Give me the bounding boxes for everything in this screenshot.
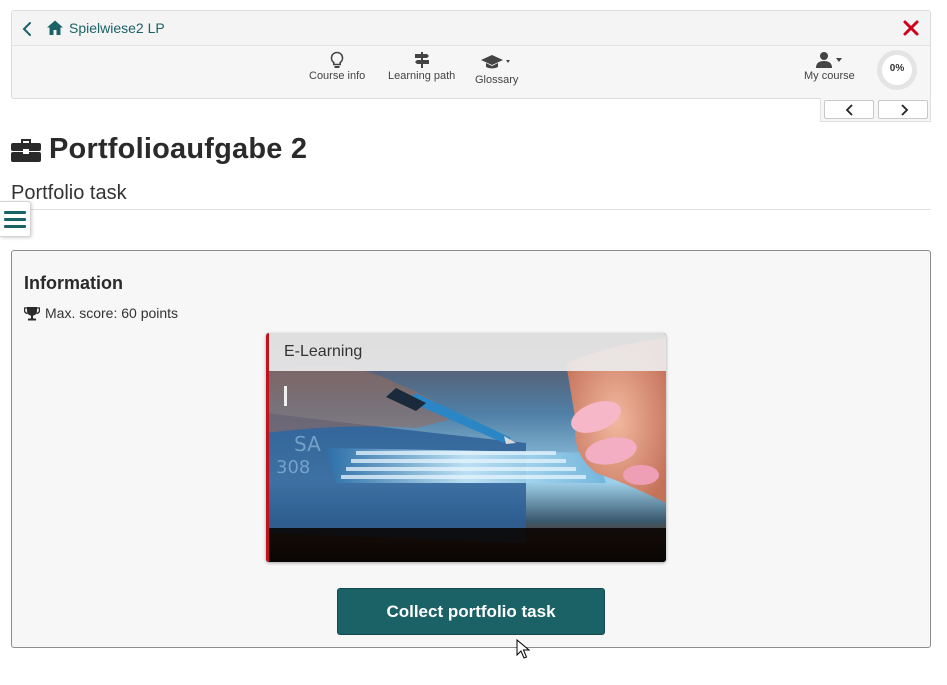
next-node-button[interactable] (878, 100, 928, 119)
briefcase-icon (11, 139, 41, 162)
course-info-button[interactable]: Course info (309, 51, 365, 82)
svg-text:SA: SA (294, 432, 321, 456)
chevron-left-icon (845, 104, 853, 116)
information-panel: Information Max. score: 60 points E-Lear… (11, 250, 931, 648)
user-icon (816, 52, 843, 68)
chevron-right-icon (901, 104, 909, 116)
lightbulb-icon (330, 51, 344, 68)
breadcrumb-course-title[interactable]: Spielwiese2 LP (69, 20, 165, 36)
tile-accent-bar (266, 333, 269, 562)
back-button[interactable] (18, 19, 38, 39)
information-heading: Information (24, 273, 123, 293)
glossary-button[interactable]: Glossary (475, 51, 518, 86)
tile-label: E-Learning (266, 333, 666, 371)
course-info-label: Course info (309, 70, 366, 82)
course-toolbar: Spielwiese2 LP Course info Learning path… (11, 10, 931, 99)
signpost-icon (414, 52, 429, 68)
learning-path-label: Learning path (388, 70, 456, 82)
svg-text:308: 308 (276, 457, 310, 478)
e-learning-tile[interactable]: E-Learning SA 308 (266, 333, 666, 562)
trophy-icon (24, 306, 40, 320)
page-title-text: Portfolioaufgabe 2 (49, 132, 308, 165)
node-pager (820, 98, 931, 122)
home-icon[interactable] (46, 19, 64, 37)
glossary-label: Glossary (475, 74, 519, 86)
max-score-text: Max. score: 60 points (45, 305, 179, 321)
mouse-cursor-icon (516, 639, 530, 659)
learning-path-button[interactable]: Learning path (388, 51, 455, 82)
chevron-left-icon (22, 22, 31, 36)
max-score: Max. score: 60 points (24, 305, 178, 321)
collect-portfolio-task-button[interactable]: Collect portfolio task (337, 588, 605, 635)
course-menu-toggle[interactable] (0, 201, 31, 237)
previous-node-button[interactable] (824, 100, 874, 119)
page-title: Portfolioaufgabe 2 (11, 131, 307, 167)
close-button[interactable] (901, 18, 921, 38)
close-icon (903, 20, 919, 36)
my-course-label: My course (804, 70, 855, 82)
breadcrumb: Spielwiese2 LP (12, 11, 930, 46)
my-course-menu[interactable]: My course (804, 51, 855, 82)
divider (11, 209, 931, 210)
progress-value: 0% (889, 63, 905, 74)
graduation-cap-icon (480, 55, 510, 69)
